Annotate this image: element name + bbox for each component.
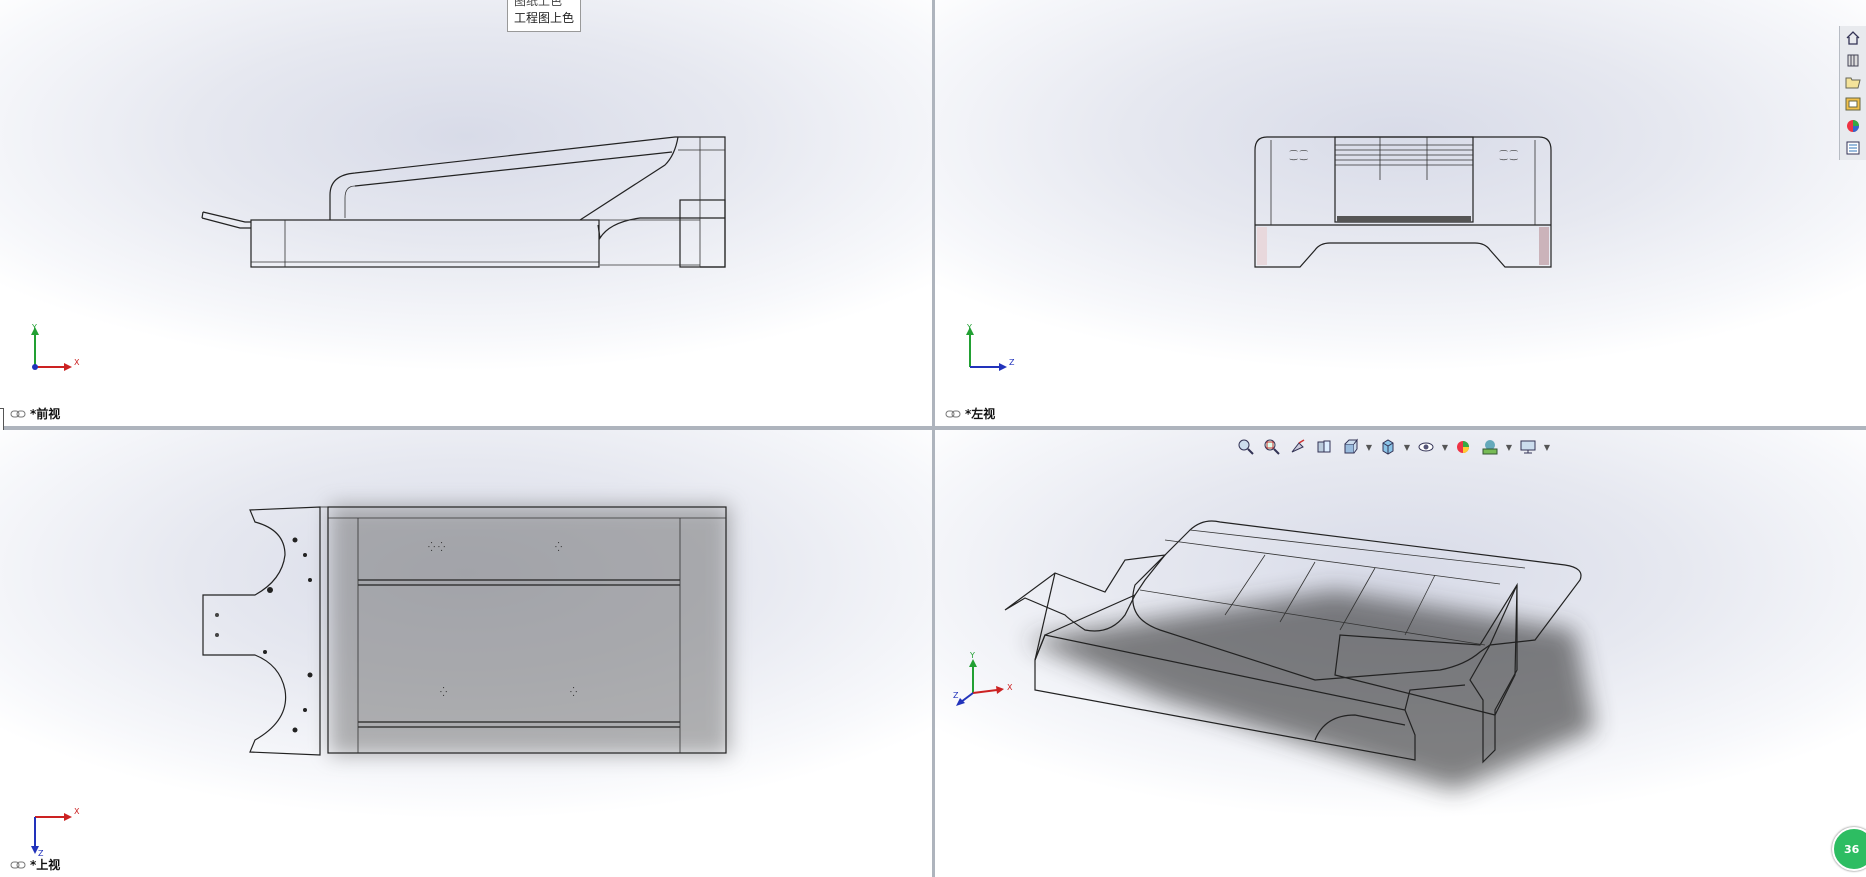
axis-label-z: Z — [953, 691, 959, 700]
link-icon — [945, 410, 961, 417]
viewport-left[interactable]: ⁐ ⁐ ⁐ ⁐ Y Z *左视 — [935, 0, 1866, 426]
viewport-label-top[interactable]: *上视 — [10, 856, 60, 873]
front-view-model[interactable] — [0, 0, 932, 426]
axis-label-x: X — [74, 807, 80, 816]
isometric-view-model[interactable] — [935, 430, 1866, 877]
task-pane-tabs — [1839, 26, 1866, 160]
home-icon[interactable] — [1843, 28, 1863, 48]
axis-label-x: X — [1007, 683, 1013, 692]
parts-library-icon[interactable] — [1843, 50, 1863, 70]
badge-value: 36 — [1844, 842, 1860, 856]
file-explorer-icon[interactable] — [1843, 72, 1863, 92]
triad-left: Y Z — [955, 322, 1015, 372]
svg-text:⁛: ⁛ — [570, 687, 577, 698]
axis-label-y: Y — [966, 323, 972, 332]
appearances-icon[interactable] — [1843, 116, 1863, 136]
svg-text:⁛ ⁛: ⁛ ⁛ — [428, 542, 445, 553]
viewport-name: *左视 — [965, 407, 996, 421]
axis-label-y: Y — [969, 651, 975, 660]
viewport-top[interactable]: ⁛ ⁛ ⁛ ⁛ ⁛ X Z *上视 — [0, 430, 932, 877]
svg-text:⁛: ⁛ — [440, 687, 447, 698]
link-icon — [10, 861, 26, 868]
viewport-label-left[interactable]: *左视 — [945, 405, 995, 422]
custom-properties-icon[interactable] — [1843, 138, 1863, 158]
axis-label-y: Y — [31, 323, 37, 332]
view-palette-icon[interactable] — [1843, 94, 1863, 114]
viewport-front[interactable]: 图纸上色 工程图上色 Y X *前视 — [0, 0, 932, 426]
left-view-model[interactable]: ⁐ ⁐ ⁐ ⁐ — [935, 0, 1866, 426]
triad-isometric: Y X Z — [953, 648, 1023, 708]
axis-label-x: X — [74, 358, 80, 367]
triad-top: X Z — [20, 802, 80, 858]
top-view-model[interactable]: ⁛ ⁛ ⁛ ⁛ ⁛ — [0, 430, 932, 877]
viewport-label-front[interactable]: *前视 — [10, 405, 60, 422]
svg-text:⁐ ⁐: ⁐ ⁐ — [1289, 149, 1308, 161]
viewport-name: *上视 — [30, 858, 61, 872]
link-icon — [10, 410, 26, 417]
viewport-name: *前视 — [30, 407, 61, 421]
svg-text:⁛: ⁛ — [555, 542, 562, 553]
triad-front: Y X — [20, 322, 80, 372]
axis-label-z: Z — [1009, 358, 1015, 367]
svg-text:⁐ ⁐: ⁐ ⁐ — [1499, 149, 1518, 161]
viewport-isometric[interactable]: ▼ ▼ ▼ ▼ ▼ Y X Z 36 — [935, 430, 1866, 877]
